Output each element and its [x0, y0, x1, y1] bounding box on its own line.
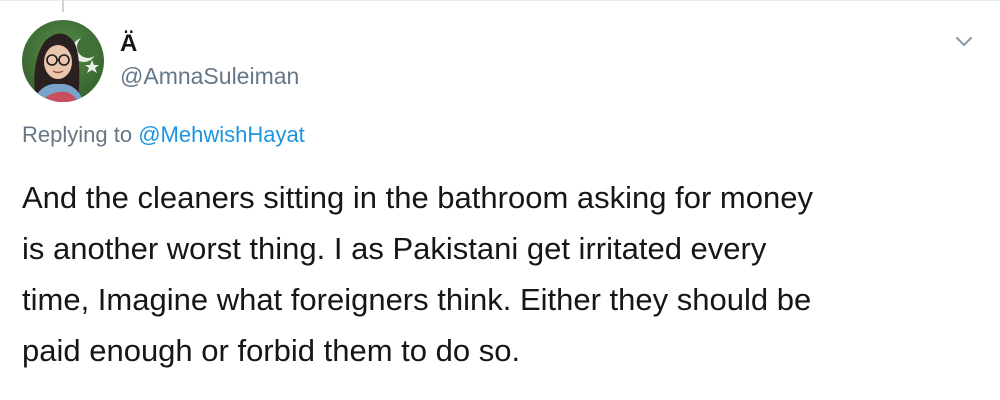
chevron-down-icon[interactable] [950, 28, 978, 56]
avatar-image [22, 20, 104, 102]
avatar[interactable] [22, 20, 104, 102]
replying-to-mention-link[interactable]: @MehwishHayat [138, 122, 305, 147]
replying-to-line: Replying to @MehwishHayat [22, 120, 305, 150]
user-handle[interactable]: @AmnaSuleiman [120, 62, 299, 90]
thread-line [62, 0, 64, 12]
tweet-text: And the cleaners sitting in the bathroom… [22, 180, 813, 368]
top-divider [0, 0, 1000, 1]
replying-to-label: Replying to [22, 122, 139, 147]
display-name[interactable]: Ä [120, 30, 137, 58]
tweet-card: Ä @AmnaSuleiman Replying to @MehwishHaya… [0, 0, 1000, 400]
